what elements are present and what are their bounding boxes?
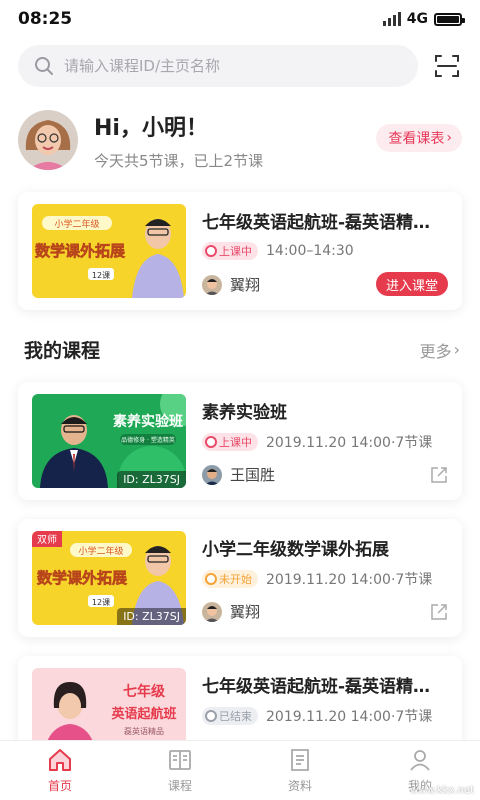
tab-label: 首页 [47,779,72,793]
status-badge: 未开始 [202,570,258,588]
status-label: 上课中 [219,436,252,449]
chevron-right-icon: › [446,130,452,146]
course-time: 14:00–14:30 [266,243,354,259]
share-icon[interactable] [430,466,448,484]
course-info: 2019.11.20 14:00·7节课 [266,709,433,725]
status-label: 上课中 [219,245,252,258]
status-indicators: 4G [382,11,465,27]
search-icon [35,57,53,75]
status-badge: 上课中 [202,242,258,260]
teacher-info: 翼翔 [202,274,260,295]
course-card[interactable]: 素养实验班 品德修身 · 塑造精英 ID: ZL37SJ 素养实验班 上课中 2… [18,382,462,500]
search-input[interactable] [64,57,402,75]
tab-courses[interactable]: 课程 [120,741,240,800]
today-course-card[interactable]: 小学二年级 数学课外拓展 12课 七年级英语起航班-磊英语精… 上课中 14:0… [18,192,462,310]
search-row [0,44,480,88]
course-meta: 上课中 14:00–14:30 [202,242,354,260]
course-thumbnail: 小学二年级 数学课外拓展 12课 [32,204,186,298]
thumb-title: 数学课外拓展 [35,242,125,260]
thumb-count: 12课 [92,271,110,280]
course-info: 2019.11.20 14:00·7节课 [266,435,433,451]
share-icon[interactable] [430,603,448,621]
live-icon [205,436,217,448]
watermark: www.kkx.net [410,785,474,796]
teacher-name: 翼翔 [230,276,261,294]
section-title: 我的课程 [24,340,101,362]
thumb-grade: 小学二年级 [54,218,99,230]
thumb-subtitle: 品德修身 · 塑造精英 [121,436,175,444]
tab-label: 资料 [287,779,312,793]
thumb-count: 12课 [92,598,110,607]
teacher-avatar [202,601,222,622]
clock-icon [205,573,217,585]
tab-materials[interactable]: 资料 [240,741,360,800]
course-thumbnail: 小学二年级 数学课外拓展 12课 双师 ID: ZL37SJ [32,531,186,625]
document-icon [291,749,309,771]
scan-icon [435,55,459,77]
course-meta: 未开始 2019.11.20 14:00·7节课 [202,569,432,589]
course-title: 小学二年级数学课外拓展 [202,540,389,560]
status-bar: 08:25 4G [0,0,480,38]
greeting-section: Hi，小明！ 今天共5节课，已上2节课 查看课表 › [18,108,462,172]
more-label: 更多 [419,341,452,361]
teacher-avatar [202,464,222,485]
live-icon [205,245,217,257]
course-thumbnail: 素养实验班 品德修身 · 塑造精英 ID: ZL37SJ [32,394,186,488]
home-icon [49,749,71,771]
course-info: 2019.11.20 14:00·7节课 [266,572,433,588]
battery-icon [434,12,465,26]
status-badge: 已结束 [202,707,258,725]
my-courses-header: 我的课程 更多 › [24,336,460,363]
thumb-title: 数学课外拓展 [37,569,127,587]
teacher-name: 翼翔 [230,603,261,621]
thumb-grade: 小学二年级 [78,545,123,557]
status-time: 08:25 [18,9,73,29]
tab-label: 课程 [167,779,192,793]
course-title: 七年级英语起航班-磊英语精… [202,213,431,233]
course-title: 七年级英语起航班-磊英语精… [202,677,431,697]
thumb-title-line2: 英语起航班 [110,706,176,722]
course-id: ID: ZL37SJ [117,471,186,488]
signal-icon [382,12,401,26]
thumb-subtitle: 磊英语精品 [124,726,164,736]
view-schedule-label: 查看课表 [388,131,445,147]
bottom-tab-bar: 首页 课程 资料 我的 [0,740,480,800]
scan-button[interactable] [432,51,462,81]
avatar[interactable] [18,110,78,170]
more-link[interactable]: 更多 › [420,338,460,362]
teacher-avatar [202,274,222,295]
course-meta: 已结束 2019.11.20 14:00·7节课 [202,706,432,726]
enter-classroom-button[interactable]: 进入课堂 [375,272,448,296]
book-icon [169,750,191,770]
search-bar[interactable] [18,45,418,87]
greeting-subtitle: 今天共5节课，已上2节课 [94,151,264,170]
thumb-title-line1: 七年级 [123,683,166,700]
thumb-corner: 双师 [37,533,57,546]
network-type: 4G [406,11,428,27]
check-icon [205,710,217,722]
course-title: 素养实验班 [202,403,287,423]
teacher-name: 王国胜 [230,466,276,484]
course-card[interactable]: 小学二年级 数学课外拓展 12课 双师 ID: ZL37SJ 小学二年级数学课外… [18,519,462,637]
teacher-info: 翼翔 [202,601,260,622]
course-id: ID: ZL37SJ [117,608,186,625]
teacher-info: 王国胜 [202,464,275,485]
status-badge: 上课中 [202,433,258,451]
view-schedule-button[interactable]: 查看课表 › [376,124,462,152]
course-meta: 上课中 2019.11.20 14:00·7节课 [202,432,432,452]
tab-home[interactable]: 首页 [0,741,120,800]
thumb-title: 素养实验班 [113,413,183,430]
chevron-right-icon: › [453,340,460,359]
status-label: 未开始 [219,573,252,586]
status-label: 已结束 [219,710,252,723]
user-icon [410,750,430,771]
